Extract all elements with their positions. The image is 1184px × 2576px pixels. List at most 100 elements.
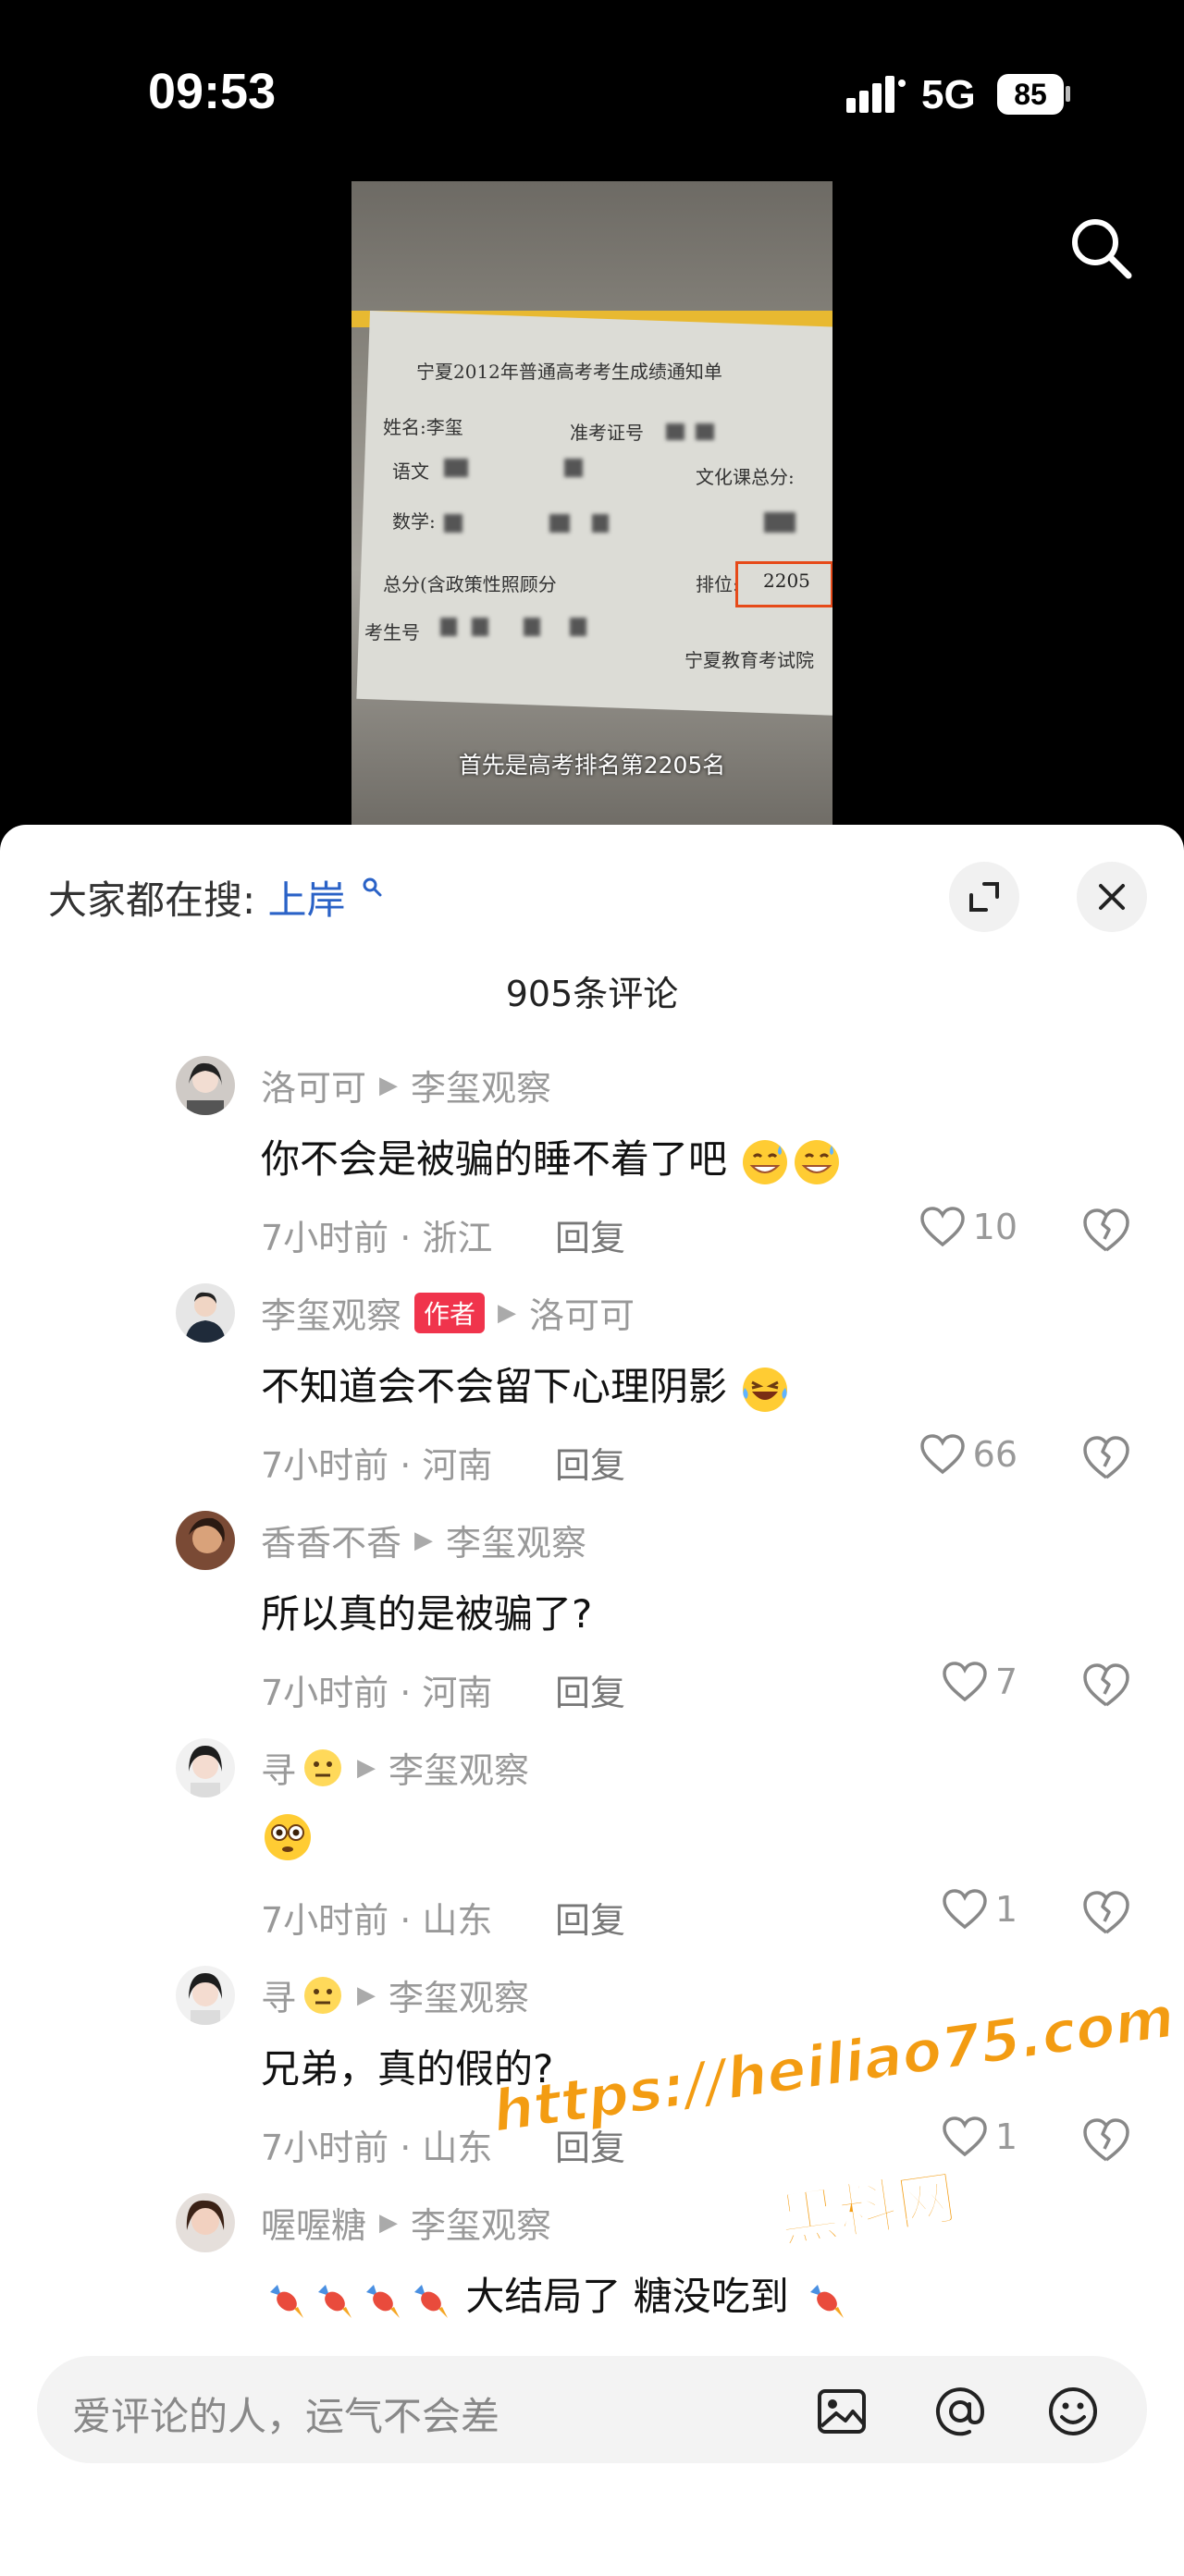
broken-heart-icon[interactable] [1080, 1886, 1132, 1938]
redaction [472, 618, 488, 636]
doc-student: 考生号 [364, 621, 420, 644]
heart-icon [919, 1207, 965, 1247]
redaction [440, 618, 457, 636]
redaction [666, 423, 684, 440]
broken-heart-icon[interactable] [1080, 2114, 1132, 2165]
comment-username[interactable]: 李玺观察 [261, 1287, 401, 1338]
comment-body: 大结局了 糖没吃到 [465, 2274, 789, 2319]
candy-emoji-icon [270, 2284, 303, 2318]
redaction [524, 618, 540, 636]
comment-count: 905条评论 [505, 974, 679, 1014]
comment-body: 你不会是被骗的睡不着了吧 [261, 1136, 728, 1182]
video-player[interactable]: 宁夏2012年普通高考考生成绩通知单 姓名:李玺 准考证号 语文 文化课总分: … [352, 181, 832, 828]
comment-reply-to[interactable]: 李玺观察 [446, 1515, 586, 1565]
like-button[interactable]: 10 [919, 1206, 1018, 1248]
doc-math: 数学: [392, 510, 436, 533]
search-icon [363, 877, 382, 897]
comment-text: 不知道会不会留下心理阴影 [261, 1355, 791, 1416]
redaction [592, 514, 609, 533]
reply-button[interactable]: 回复 [555, 1892, 625, 1943]
image-icon[interactable] [814, 2384, 870, 2439]
comment-item: 洛可可 ▶ 李玺观察 你不会是被骗的睡不着了吧 7小时前 · 浙江 回复 10 [0, 1056, 1184, 1283]
comment-item: 寻 ▶ 李玺观察 7小时前 · 山东 回复 1 [0, 1738, 1184, 1966]
comment-subrow: 7小时前 · 山东 回复 [261, 1892, 625, 1943]
candy-emoji-icon [810, 2284, 845, 2318]
comment-input-placeholder: 爱评论的人，运气不会差 [72, 2394, 500, 2439]
comment-time-location: 7小时前 · 河南 [261, 1673, 493, 1713]
comment-input-area: 爱评论的人，运气不会差 [0, 2334, 1184, 2576]
comment-reply-to[interactable]: 李玺观察 [388, 1742, 529, 1793]
comment-username[interactable]: 喔喔糖 [261, 2197, 366, 2248]
comment-username[interactable]: 香香不香 [261, 1515, 401, 1565]
battery-indicator: 85 [997, 74, 1064, 115]
like-count: 1 [994, 2116, 1018, 2157]
avatar[interactable] [176, 1056, 235, 1115]
hot-search-term[interactable]: 上岸 [268, 877, 346, 923]
video-subtitle: 首先是高考排名第2205名 [458, 752, 726, 779]
status-bar: 09:53 5G 85 [0, 0, 1184, 185]
comment-input[interactable]: 爱评论的人，运气不会差 [37, 2356, 1147, 2463]
like-button[interactable]: 7 [942, 1661, 1018, 1703]
comment-username[interactable]: 洛可可 [261, 1060, 366, 1110]
comment-text [261, 1810, 314, 1864]
reply-button[interactable]: 回复 [555, 1664, 625, 1715]
neutral-face-emoji-icon [304, 1976, 342, 2014]
candy-emoji-icon [318, 2284, 352, 2318]
comment-body: 所以真的是被骗了? [261, 1591, 593, 1637]
close-icon [1099, 884, 1125, 910]
comment-meta: 喔喔糖 ▶ 李玺观察 [261, 2197, 551, 2248]
like-button[interactable]: 66 [919, 1433, 1018, 1476]
comment-meta: 李玺观察 作者 ▶ 洛可可 [261, 1287, 635, 1338]
comment-text: 大结局了 糖没吃到 [261, 2265, 849, 2324]
like-count: 7 [994, 1662, 1018, 1702]
redaction [444, 459, 468, 477]
doc-title: 宁夏2012年普通高考考生成绩通知单 [416, 361, 722, 383]
heart-icon [943, 1889, 987, 1930]
comment-username[interactable]: 寻 [261, 1742, 296, 1793]
doc-chinese: 语文 [392, 460, 429, 483]
reply-button[interactable]: 回复 [555, 1209, 625, 1260]
avatar[interactable] [176, 1966, 235, 2025]
search-icon[interactable] [1064, 211, 1138, 285]
heart-icon [943, 1662, 987, 1702]
comment-reply-to[interactable]: 李玺观察 [411, 1060, 551, 1110]
comment-reply-to[interactable]: 李玺观察 [411, 2197, 551, 2248]
like-count: 1 [994, 1889, 1018, 1930]
redaction [549, 514, 570, 533]
reply-arrow-icon: ▶ [357, 1753, 376, 1782]
comment-subrow: 7小时前 · 山东 回复 [261, 2119, 625, 2170]
comment-username[interactable]: 寻 [261, 1969, 296, 2020]
comment-time-location: 7小时前 · 河南 [261, 1445, 493, 1486]
avatar[interactable] [176, 2193, 235, 2252]
like-button[interactable]: 1 [942, 1888, 1018, 1931]
hot-search[interactable]: 大家都在搜: 上岸 [48, 869, 382, 926]
reply-arrow-icon: ▶ [414, 1526, 434, 1554]
comment-subrow: 7小时前 · 浙江 回复 [261, 1209, 625, 1260]
emoji-icon[interactable] [1045, 2384, 1101, 2439]
close-button[interactable] [1077, 862, 1147, 932]
comment-reply-to[interactable]: 李玺观察 [388, 1969, 529, 2020]
neutral-face-emoji-icon [304, 1748, 342, 1786]
like-count: 10 [972, 1207, 1018, 1247]
broken-heart-icon[interactable] [1080, 1431, 1132, 1483]
broken-heart-icon[interactable] [1080, 1204, 1132, 1256]
comment-time-location: 7小时前 · 山东 [261, 2128, 493, 2168]
grin-sweat-emoji-icon [795, 1139, 840, 1184]
avatar[interactable] [176, 1511, 235, 1570]
reply-arrow-icon: ▶ [379, 2208, 399, 2237]
like-button[interactable]: 1 [942, 2116, 1018, 2158]
reply-button[interactable]: 回复 [555, 1437, 625, 1488]
comment-time-location: 7小时前 · 浙江 [261, 1218, 493, 1258]
at-icon[interactable] [932, 2384, 988, 2439]
avatar[interactable] [176, 1283, 235, 1343]
expand-button[interactable] [949, 862, 1019, 932]
doc-exam-id: 准考证号 [570, 422, 644, 444]
reply-arrow-icon: ▶ [498, 1298, 517, 1327]
comment-meta: 洛可可 ▶ 李玺观察 [261, 1060, 551, 1110]
avatar[interactable] [176, 1738, 235, 1797]
comment-meta: 寻 ▶ 李玺观察 [261, 1742, 529, 1793]
comment-time-location: 7小时前 · 山东 [261, 1900, 493, 1941]
candy-emoji-icon [414, 2284, 448, 2318]
broken-heart-icon[interactable] [1080, 1659, 1132, 1711]
comment-reply-to[interactable]: 洛可可 [529, 1287, 635, 1338]
